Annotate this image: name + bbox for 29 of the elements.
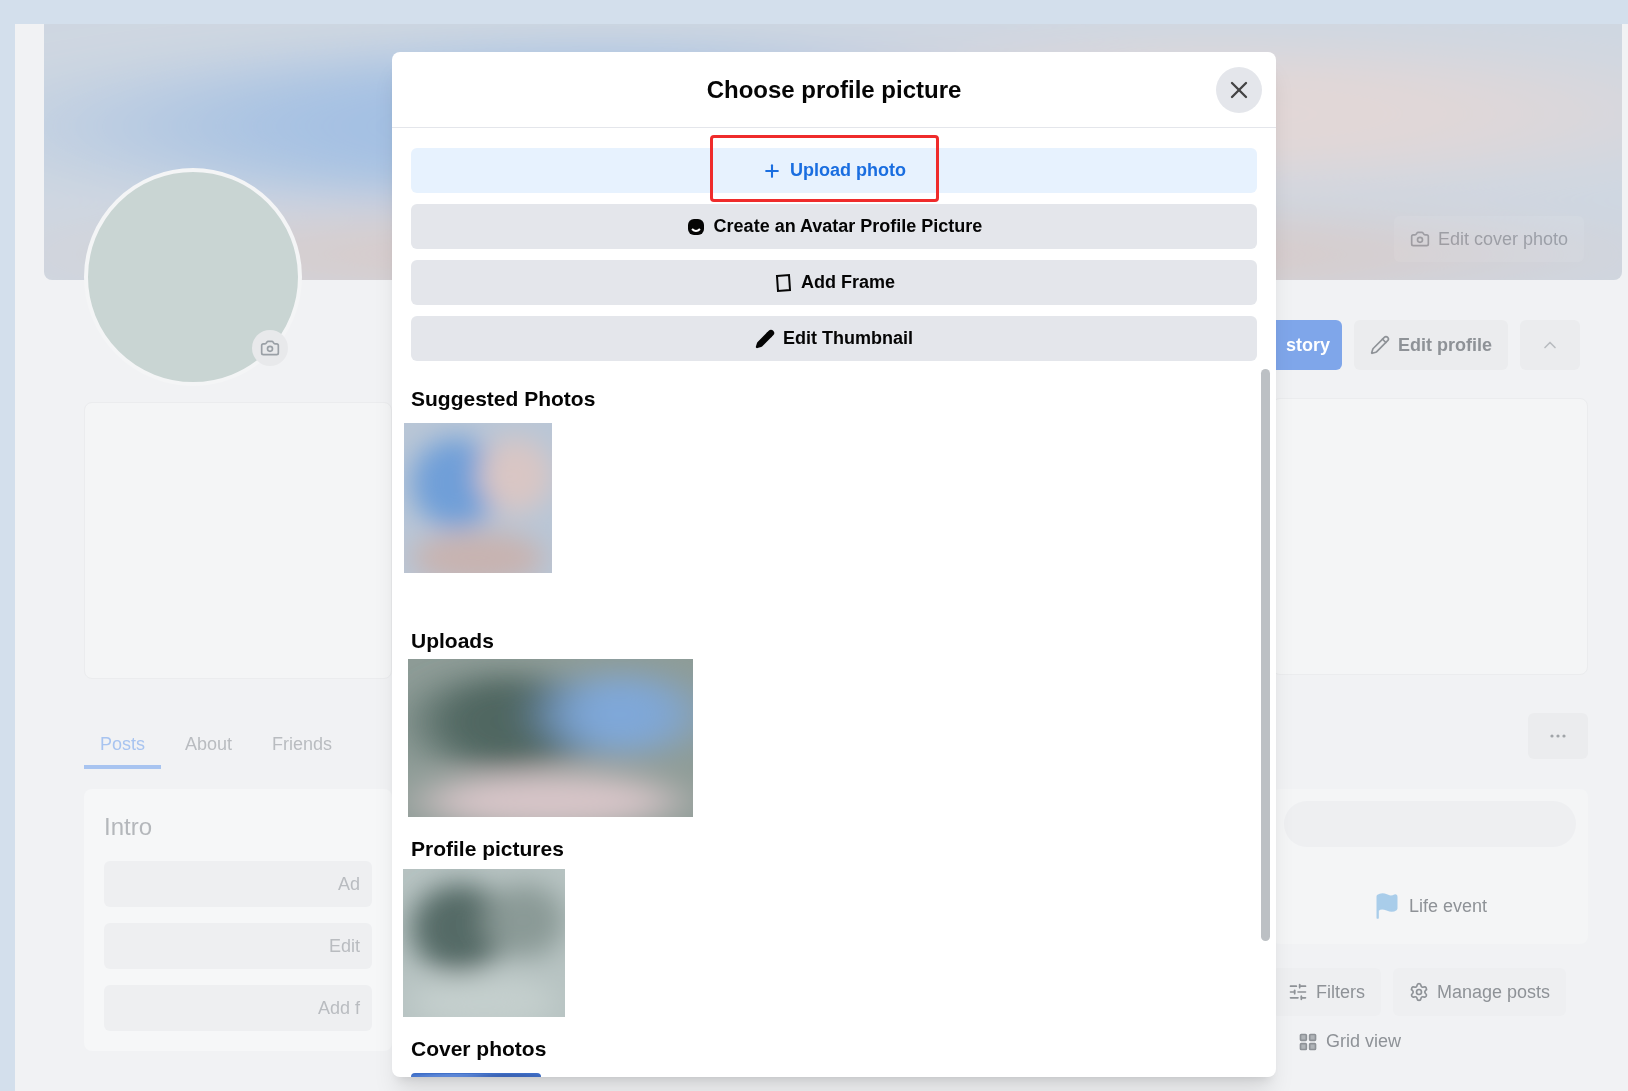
section-heading: Suggested Photos [411,386,597,409]
more-icon [1550,734,1566,738]
option-button[interactable]: Create an Avatar Profile Picture [411,204,1257,249]
grid-view-tab[interactable]: Grid view [1298,1028,1588,1055]
dialog-title: Choose profile picture [706,74,962,105]
camera-icon [1409,229,1430,249]
option-button[interactable]: Edit Thumbnail [411,316,1257,361]
pencil-icon [1370,335,1390,355]
section-heading: Uploads [411,628,495,651]
camera-icon [260,338,280,358]
gear-icon [1409,982,1429,1002]
section-heading: Profile pictures [411,836,565,859]
collapse-button[interactable] [1520,320,1580,370]
grid-icon [1298,1031,1318,1052]
scrollbar[interactable] [1261,369,1270,941]
edit-profile-button[interactable]: Edit profile [1354,320,1508,370]
filter-icon [1288,982,1308,1002]
option-button[interactable]: Add Frame [411,260,1257,305]
more-button[interactable] [1528,713,1588,759]
pencil-icon [755,328,775,349]
profile-tab[interactable]: About [169,719,249,769]
profile-tab[interactable]: Friends [256,719,349,769]
section-heading: Cover photos [411,1036,548,1059]
close-button[interactable] [1216,67,1262,113]
option-button[interactable]: Upload photo [411,148,1257,193]
intro-title: Intro [104,812,154,842]
frame-icon [773,272,793,293]
life-event-button[interactable]: Life event [1284,892,1576,932]
profile-tab[interactable]: Posts [84,719,162,769]
